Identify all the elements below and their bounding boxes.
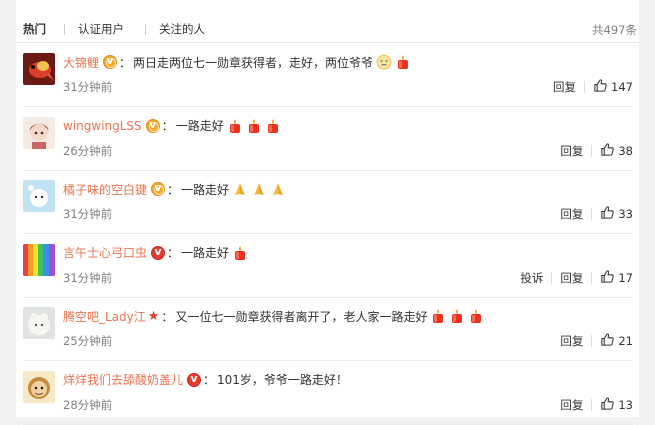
comment-text: 一路走好 <box>181 246 230 260</box>
pray-emoji-icon <box>267 181 286 197</box>
reply-button[interactable]: 回复 <box>560 333 583 349</box>
comment-text: 一路走好 <box>181 182 230 197</box>
comment-item: wingwingLSS：一路走好26分钟前回复38 <box>16 107 639 171</box>
candle-emoji-icon <box>224 118 243 134</box>
avatar[interactable] <box>23 53 55 85</box>
like-count: 147 <box>611 80 633 94</box>
star-badge-icon[interactable]: ★ <box>148 309 160 324</box>
tab-verified-users[interactable]: 认证用户 <box>78 22 124 36</box>
avatar[interactable] <box>23 180 55 212</box>
like-count: 38 <box>618 143 633 158</box>
comment-total: 共497条 <box>592 23 637 37</box>
pray-emoji-icon <box>229 181 248 197</box>
like-count: 21 <box>618 334 633 348</box>
username-link[interactable]: 烊烊我们去舔酸奶盖儿 <box>63 371 183 388</box>
action-divider <box>591 208 593 220</box>
comment-item: 言午士心弓口虫：一路走好31分钟前投诉回复17 <box>16 234 639 298</box>
comment-item: 大锦鲤：两日走两位七一勋章获得者，走好，两位爷爷31分钟前回复147 <box>16 43 639 107</box>
like-button[interactable]: 21 <box>600 332 633 350</box>
comment-item: 烊烊我们去舔酸奶盖儿：101岁，爷爷一路走好！28分钟前回复13 <box>16 361 639 425</box>
username-link[interactable]: 言午士心弓口虫 <box>63 244 147 261</box>
tab-hot[interactable]: 热门 <box>23 22 46 36</box>
thumbs-up-icon <box>600 142 618 160</box>
action-divider <box>591 271 593 284</box>
comment-actions: 回复 13 <box>560 396 633 414</box>
comment-text: 101岁，爷爷一路走好！ <box>217 373 348 387</box>
comment-actions: 回复 33 <box>560 206 633 222</box>
candle-emoji-icon <box>262 118 281 134</box>
like-button[interactable]: 38 <box>600 142 633 160</box>
username-link[interactable]: 大锦鲤 <box>63 54 99 71</box>
comment-text: 一路走好 <box>175 119 224 133</box>
like-button[interactable]: 147 <box>593 78 633 96</box>
comment-actions: 投诉 回复 17 <box>520 269 633 287</box>
comment-actions: 回复 38 <box>560 142 633 160</box>
candle-emoji-icon <box>446 308 465 324</box>
comment-time: 25分钟前 <box>63 334 113 348</box>
thumbs-up-icon <box>600 205 618 223</box>
comment-divider <box>23 423 633 425</box>
thumbs-up-icon <box>600 396 618 414</box>
comment-tabs: 热门 认证用户 关注的人 共497条 <box>16 0 639 43</box>
verified-badge-icon[interactable] <box>187 372 202 387</box>
comment-panel: 热门 认证用户 关注的人 共497条 大锦鲤：两日走两位七一勋章获得者，走好，两… <box>16 0 639 425</box>
candle-emoji-icon <box>243 118 262 134</box>
reply-button[interactable]: 回复 <box>560 270 583 286</box>
comment-text: 两日走两位七一勋章获得者，走好，两位爷爷 <box>133 55 374 70</box>
avatar[interactable] <box>23 370 55 403</box>
verified-badge-icon[interactable] <box>151 181 166 196</box>
reply-button[interactable]: 回复 <box>560 143 583 159</box>
comment-time: 26分钟前 <box>63 143 113 158</box>
like-count: 33 <box>618 207 633 221</box>
action-divider <box>551 271 553 284</box>
verified-badge-icon[interactable] <box>103 54 118 69</box>
candle-emoji-icon <box>427 308 446 324</box>
comment-actions: 回复 21 <box>560 333 633 349</box>
comment-text: 又一位七一勋章获得者离开了，老人家一路走好 <box>175 309 428 324</box>
action-divider <box>591 335 593 347</box>
sad-emoji-icon <box>373 54 392 70</box>
reply-button[interactable]: 回复 <box>560 206 583 222</box>
candle-emoji-icon <box>392 54 411 70</box>
tab-divider <box>145 24 146 35</box>
username-link[interactable]: wingwingLSS <box>63 119 142 133</box>
comment-time: 31分钟前 <box>63 207 113 221</box>
thumbs-up-icon <box>593 78 611 96</box>
action-divider <box>584 81 586 93</box>
comment-time: 31分钟前 <box>63 80 113 94</box>
verified-badge-icon[interactable] <box>145 118 160 133</box>
username-link[interactable]: 腾空吧_Lady江 <box>63 308 146 325</box>
thumbs-up-icon <box>600 269 618 287</box>
like-button[interactable]: 17 <box>600 269 633 287</box>
action-divider <box>591 144 593 157</box>
comment-actions: 回复 147 <box>553 79 633 95</box>
reply-button[interactable]: 回复 <box>560 397 583 413</box>
like-button[interactable]: 13 <box>600 396 633 414</box>
pray-emoji-icon <box>248 181 267 197</box>
tab-following[interactable]: 关注的人 <box>159 22 205 36</box>
reply-button[interactable]: 回复 <box>553 79 576 95</box>
candle-emoji-icon <box>229 245 248 261</box>
username-link[interactable]: 橘子味的空白键 <box>63 181 147 198</box>
comment-item: 橘子味的空白键：一路走好31分钟前回复33 <box>16 170 639 234</box>
avatar[interactable] <box>23 243 55 276</box>
verified-badge-icon[interactable] <box>151 245 166 260</box>
comment-time: 31分钟前 <box>63 270 113 285</box>
like-count: 17 <box>618 270 633 285</box>
report-button[interactable]: 投诉 <box>520 270 543 286</box>
candle-emoji-icon <box>465 308 484 324</box>
comment-time: 28分钟前 <box>63 397 113 412</box>
comment-item: 腾空吧_Lady江 ★：又一位七一勋章获得者离开了，老人家一路走好 25分钟前 回复 2… <box>16 297 639 361</box>
like-button[interactable]: 33 <box>600 205 633 223</box>
tab-divider <box>64 24 65 35</box>
like-count: 13 <box>618 397 633 412</box>
avatar[interactable] <box>23 116 55 149</box>
action-divider <box>591 398 593 411</box>
thumbs-up-icon <box>600 332 618 350</box>
avatar[interactable] <box>23 307 55 339</box>
